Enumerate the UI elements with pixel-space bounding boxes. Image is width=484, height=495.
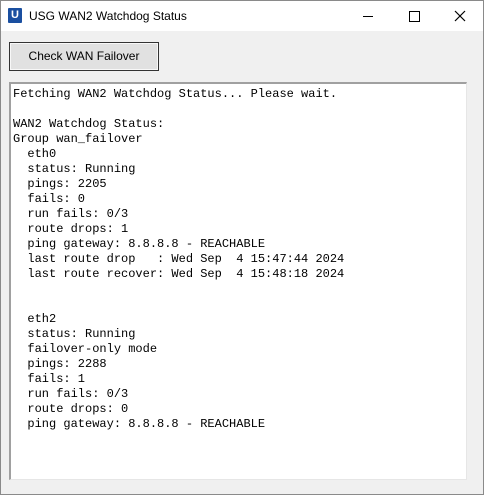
- output-line: status: Running: [13, 327, 136, 341]
- output-line: fails: 0: [13, 192, 86, 206]
- output-line: ping gateway: 8.8.8.8 - REACHABLE: [13, 237, 266, 251]
- output-line: run fails: 0/3: [13, 207, 129, 221]
- output-line: eth2: [13, 312, 57, 326]
- minimize-icon: [363, 16, 373, 17]
- check-wan-failover-button[interactable]: Check WAN Failover: [9, 42, 159, 71]
- output-line: Fetching WAN2 Watchdog Status... Please …: [13, 87, 338, 101]
- output-line: failover-only mode: [13, 342, 158, 356]
- output-line: route drops: 1: [13, 222, 129, 236]
- output-line: last route drop : Wed Sep 4 15:47:44 202…: [13, 252, 345, 266]
- output-line: pings: 2205: [13, 177, 107, 191]
- window-title: USG WAN2 Watchdog Status: [29, 9, 187, 23]
- status-output-text: Fetching WAN2 Watchdog Status... Please …: [13, 87, 344, 432]
- output-line: eth0: [13, 147, 57, 161]
- output-line: route drops: 0: [13, 402, 129, 416]
- app-logo-icon: U: [8, 8, 22, 23]
- output-line: Group wan_failover: [13, 132, 143, 146]
- output-line: status: Running: [13, 162, 136, 176]
- close-icon: [454, 10, 466, 22]
- output-line: run fails: 0/3: [13, 387, 129, 401]
- output-line: WAN2 Watchdog Status:: [13, 117, 165, 131]
- close-button[interactable]: [437, 1, 483, 31]
- maximize-icon: [409, 11, 420, 22]
- output-line: ping gateway: 8.8.8.8 - REACHABLE: [13, 417, 266, 431]
- status-output-textarea[interactable]: Fetching WAN2 Watchdog Status... Please …: [9, 82, 467, 480]
- output-line: pings: 2288: [13, 357, 107, 371]
- output-line: fails: 1: [13, 372, 86, 386]
- title-bar[interactable]: U USG WAN2 Watchdog Status: [1, 1, 483, 31]
- app-logo-glyph: U: [11, 9, 19, 21]
- maximize-button[interactable]: [391, 1, 437, 31]
- output-line: last route recover: Wed Sep 4 15:48:18 2…: [13, 267, 345, 281]
- app-window: U USG WAN2 Watchdog Status Check WAN Fai…: [0, 0, 484, 495]
- minimize-button[interactable]: [345, 1, 391, 31]
